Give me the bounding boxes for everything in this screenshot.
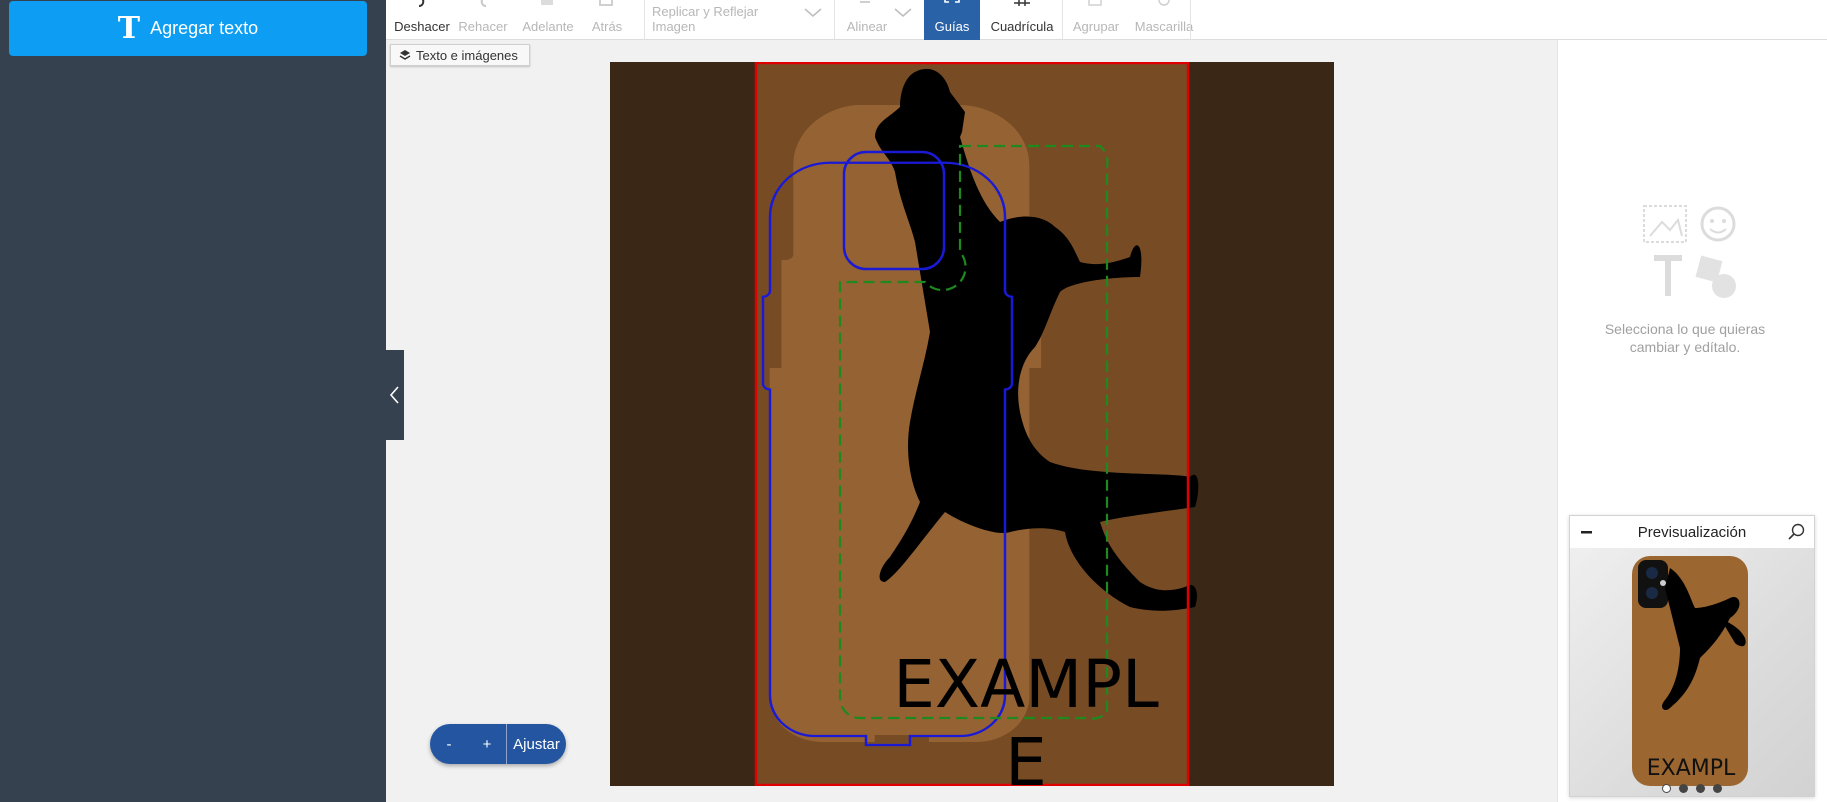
layers-button[interactable]: Texto e imágenes <box>390 44 530 66</box>
undo-label: Deshacer <box>394 19 450 34</box>
toolbar-divider <box>644 0 645 40</box>
toolbar: Deshacer Rehacer Adelante Atrás Replicar… <box>386 0 1827 40</box>
layers-label: Texto e imágenes <box>416 47 518 63</box>
preview-image: EXAMPL <box>1570 548 1814 796</box>
redo-icon <box>480 0 487 7</box>
forward-label: Adelante <box>522 19 574 34</box>
preview-text: EXAMPL <box>1647 756 1736 781</box>
chevron-left-icon <box>389 386 399 404</box>
canvas-text-line1[interactable]: EXAMPL <box>893 646 1159 723</box>
align-label: Alinear <box>846 19 888 34</box>
preview-panel: Previsualización EXAMPL <box>1569 515 1815 797</box>
preview-dot-2[interactable] <box>1679 784 1688 793</box>
redo-button[interactable]: Rehacer <box>458 0 508 40</box>
align-button[interactable]: Alinear <box>838 0 896 40</box>
undo-button[interactable]: Deshacer <box>394 0 450 40</box>
preview-dot-3[interactable] <box>1696 784 1705 793</box>
group-button[interactable]: Agrupar <box>1066 0 1126 40</box>
preview-header: Previsualización <box>1570 516 1814 548</box>
backward-label: Atrás <box>591 19 623 34</box>
magnify-icon[interactable] <box>1788 523 1806 541</box>
text-icon: T <box>117 10 141 46</box>
bring-forward-icon <box>541 0 553 5</box>
mask-button[interactable]: Mascarilla <box>1130 0 1198 40</box>
guides-icon <box>944 0 960 3</box>
align-icon <box>860 1 870 3</box>
toolbar-divider <box>1062 0 1063 40</box>
redo-label: Rehacer <box>458 19 508 34</box>
mask-label: Mascarilla <box>1134 19 1194 34</box>
undo-icon <box>418 0 425 7</box>
canvas-text-line2[interactable]: E <box>1005 724 1047 786</box>
chevron-down-icon[interactable] <box>804 8 822 18</box>
add-text-button[interactable]: T Agregar texto <box>9 1 367 56</box>
preview-dot-4[interactable] <box>1713 784 1722 793</box>
zoom-controls: - + Ajustar <box>430 724 566 764</box>
group-label: Agrupar <box>1072 19 1120 34</box>
add-text-label: Agregar texto <box>150 18 259 38</box>
guides-label: Guías <box>934 19 970 34</box>
preview-pagination <box>1662 784 1722 793</box>
minimize-icon[interactable] <box>1580 525 1594 539</box>
canvas-artwork[interactable]: EXAMPL E <box>610 62 1334 786</box>
layers-icon <box>399 50 411 60</box>
replicate-mirror-button[interactable]: Replicar y Reflejar Imagen <box>652 0 800 40</box>
preview-dot-1[interactable] <box>1662 784 1671 793</box>
grid-label: Cuadrícula <box>990 19 1054 34</box>
toolbar-divider <box>1190 0 1191 40</box>
grid-button[interactable]: Cuadrícula <box>986 0 1058 40</box>
toolbar-divider <box>834 0 835 40</box>
grid-icon <box>1014 0 1030 6</box>
empty-selection-illustration <box>1643 205 1736 298</box>
left-sidebar: T Agregar texto <box>0 0 386 802</box>
group-icon <box>1088 0 1102 6</box>
zoom-in-button[interactable]: + <box>468 736 506 753</box>
mask-icon <box>1158 0 1170 6</box>
fit-button[interactable]: Ajustar <box>507 736 566 753</box>
design-canvas[interactable]: EXAMPL E <box>610 62 1334 786</box>
replicate-label: Replicar y Reflejar Imagen <box>652 4 759 34</box>
empty-selection-message: Selecciona lo que quieras cambiar y edít… <box>1604 321 1766 355</box>
backward-button[interactable]: Atrás <box>586 0 628 40</box>
phone-mockup: EXAMPL <box>1632 556 1748 786</box>
chevron-down-icon[interactable] <box>894 8 912 18</box>
guides-button[interactable]: Guías <box>924 0 980 40</box>
collapse-sidebar-button[interactable] <box>386 350 404 440</box>
send-backward-icon <box>599 0 613 6</box>
forward-button[interactable]: Adelante <box>518 0 578 40</box>
replicate-icon <box>718 0 734 8</box>
preview-title: Previsualización <box>1637 523 1747 541</box>
zoom-out-button[interactable]: - <box>430 736 468 753</box>
